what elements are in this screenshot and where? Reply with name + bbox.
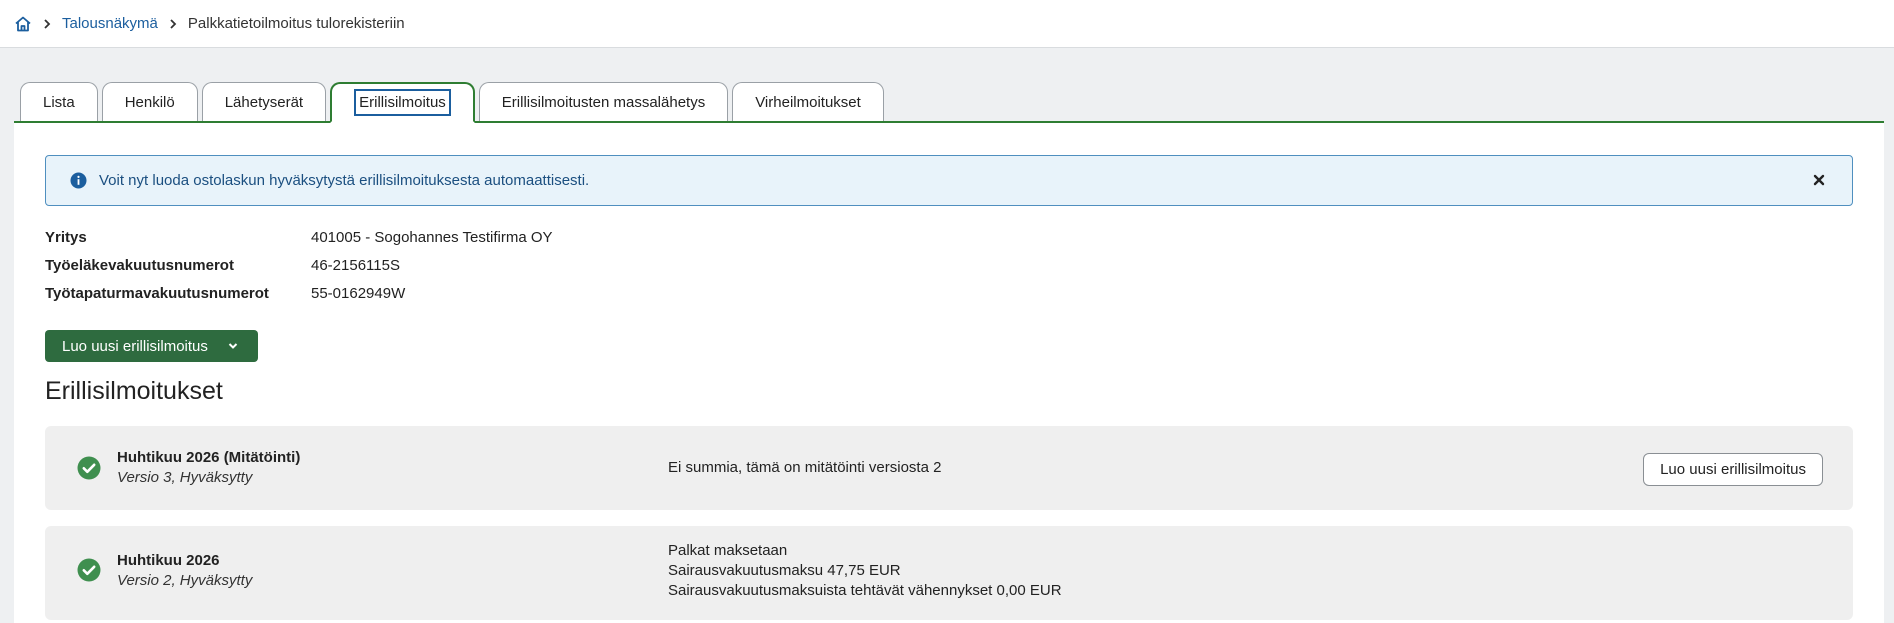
tab-lahetyserat[interactable]: Lähetyserät — [201, 82, 327, 121]
info-icon — [70, 172, 87, 189]
card-line: Ei summia, tämä on mitätöinti versiosta … — [668, 459, 942, 476]
section-title: Erillisilmoitukset — [45, 377, 223, 405]
tab-henkilo[interactable]: Henkilö — [101, 82, 198, 121]
tab-virheilmoitukset[interactable]: Virheilmoitukset — [732, 82, 884, 121]
detail-label: Työeläkevakuutusnumerot — [45, 256, 234, 274]
tab-lista[interactable]: Lista — [20, 82, 98, 121]
breadcrumb-link-talousnakyma[interactable]: Talousnäkymä — [62, 15, 158, 32]
detail-row-yritys: Yritys 401005 - Sogohannes Testifirma OY — [45, 223, 553, 251]
chevron-right-icon — [168, 18, 178, 29]
tab-label: Erillisilmoitusten massalähetys — [501, 93, 706, 111]
content-panel: Voit nyt luoda ostolaskun hyväksytystä e… — [14, 123, 1884, 623]
tab-erillisilmoitus[interactable]: Erillisilmoitus — [330, 82, 475, 123]
chevron-right-icon — [42, 18, 52, 29]
tab-label: Henkilö — [124, 93, 175, 111]
check-circle-icon — [77, 558, 101, 582]
detail-value: 46-2156115S — [311, 256, 400, 274]
create-button-label: Luo uusi erillisilmoitus — [62, 337, 208, 355]
detail-row-tyoelake: Työeläkevakuutusnumerot 46-2156115S — [45, 251, 553, 279]
detail-row-tyotapaturma: Työtapaturmavakuutusnumerot 55-0162949W — [45, 279, 553, 307]
card-line: Sairausvakuutusmaksu 47,75 EUR — [668, 562, 901, 579]
close-icon[interactable] — [1810, 171, 1828, 189]
card-description: Ei summia, tämä on mitätöinti versiosta … — [668, 458, 941, 478]
card-title: Huhtikuu 2026 — [117, 552, 220, 569]
detail-value: 55-0162949W — [311, 284, 406, 302]
home-icon[interactable] — [14, 15, 32, 33]
detail-label: Yritys — [45, 228, 87, 246]
check-circle-icon — [77, 456, 101, 480]
breadcrumb-current: Palkkatietoilmoitus tulorekisteriin — [187, 15, 405, 32]
card-description: Palkat maksetaan Sairausvakuutusmaksu 47… — [668, 541, 1062, 601]
card-line: Sairausvakuutusmaksuista tehtävät vähenn… — [668, 582, 1062, 599]
list-item: Huhtikuu 2026 Versio 2, Hyväksytty Palka… — [45, 526, 1853, 620]
card-subtitle: Versio 2, Hyväksytty — [117, 572, 253, 589]
tab-bar: Lista Henkilö Lähetyserät Erillisilmoitu… — [14, 82, 1884, 123]
tab-label: Lähetyserät — [224, 93, 304, 111]
chevron-down-icon — [226, 339, 240, 353]
card-title: Huhtikuu 2026 (Mitätöinti) — [117, 449, 301, 466]
create-erillisilmoitus-dropdown-button[interactable]: Luo uusi erillisilmoitus — [45, 330, 258, 362]
card-line: Palkat maksetaan — [668, 542, 788, 559]
detail-value: 401005 - Sogohannes Testifirma OY — [311, 228, 553, 246]
company-details: Yritys 401005 - Sogohannes Testifirma OY… — [45, 223, 553, 307]
list-item: Huhtikuu 2026 (Mitätöinti) Versio 3, Hyv… — [45, 426, 1853, 510]
tab-massalahetys[interactable]: Erillisilmoitusten massalähetys — [478, 82, 729, 121]
info-banner: Voit nyt luoda ostolaskun hyväksytystä e… — [45, 155, 1853, 206]
breadcrumb-bar: Talousnäkymä Palkkatietoilmoitus tulorek… — [0, 0, 1894, 48]
tab-label: Virheilmoitukset — [755, 93, 861, 111]
detail-label: Työtapaturmavakuutusnumerot — [45, 284, 269, 302]
card-subtitle: Versio 3, Hyväksytty — [117, 469, 253, 486]
tab-label: Lista — [43, 93, 75, 111]
create-new-erillisilmoitus-button[interactable]: Luo uusi erillisilmoitus — [1643, 453, 1823, 486]
info-text: Voit nyt luoda ostolaskun hyväksytystä e… — [99, 172, 590, 189]
tab-label: Erillisilmoitus — [354, 89, 451, 116]
